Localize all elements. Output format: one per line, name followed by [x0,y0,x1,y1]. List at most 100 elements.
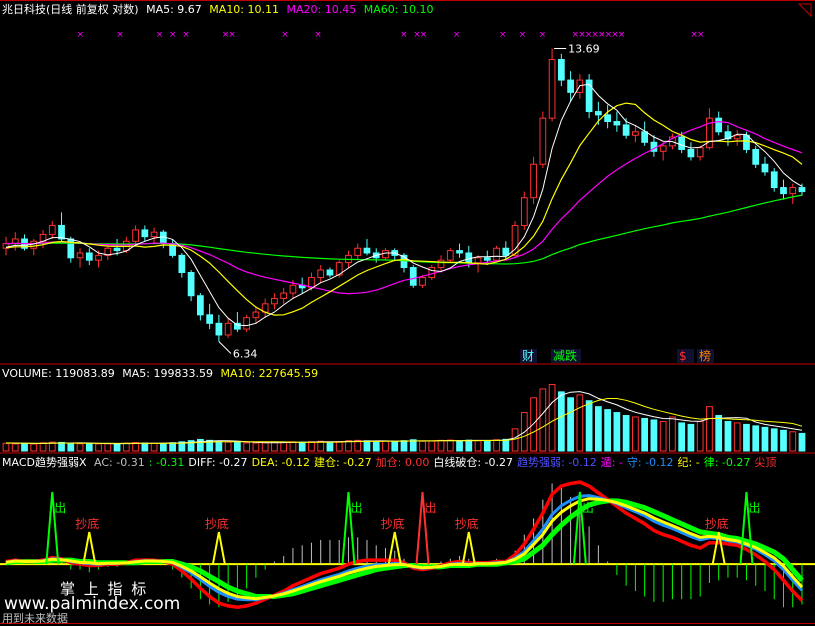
signal-x-mark: × [420,30,428,40]
signal-out: 出 [341,491,362,565]
candle [197,293,204,321]
candle-body [622,124,630,136]
signal-bottom-spike [211,531,226,565]
candle-body [678,136,686,150]
candle-body [780,187,787,195]
macd-item-12: 尖顶 [754,456,777,469]
volume-bar [743,423,750,452]
volume-bar [761,426,769,452]
candle-body [789,187,797,195]
volume-bar [2,442,10,452]
candle [789,183,797,204]
signal-x-mark: × [697,30,705,40]
signal-x-mark: × [228,30,236,40]
volume-bar [604,409,611,452]
candle [724,124,732,146]
candle-body [58,224,65,240]
volume-bar [141,442,149,452]
volume-bar [298,441,306,452]
volume-bar [271,441,278,452]
candle-body [280,292,288,299]
signal-bottom-label: 抄底 [705,516,729,531]
candle-body [659,145,667,152]
volume-bar [456,440,463,452]
candle-body [520,197,528,226]
candle-body [613,121,621,126]
candle-body [252,311,260,319]
candle-body [113,247,121,252]
candle-body [187,272,195,297]
signal-bottom-label: 抄底 [205,516,229,531]
candle-body [632,131,639,136]
volume-header: VOLUME: 119083.89 MA5: 199833.59 MA10: 2… [2,367,322,380]
volume-bar [391,441,399,452]
candle [696,145,704,161]
candle-body [409,267,417,286]
signal-bottom: 抄底 [381,516,405,565]
volume-bar [474,440,482,452]
candle [280,287,288,304]
candle [613,111,621,132]
signal-bottom: 抄底 [75,516,99,565]
volume-bar [780,429,787,452]
candle [326,267,334,278]
volume-bar [335,441,343,452]
candle-body [428,267,436,279]
volume-panel [2,383,806,452]
ma5-line [5,83,803,327]
volume-ma10-label: MA10: 227645.59 [220,367,319,380]
volume-bar [687,423,695,452]
volume-bar [641,417,649,452]
volume-bar [85,442,93,452]
candle [604,105,611,129]
signal-out-label: 出 [425,501,437,515]
candle-body [206,314,213,324]
candle [11,232,19,251]
volume-bar [724,420,732,452]
volume-bar [234,442,241,452]
volume-bar [76,443,84,452]
candle-body [483,257,491,261]
signal-bottom: 抄底 [455,516,479,565]
candle [641,121,649,146]
candle [243,314,251,333]
candle-body [289,284,297,294]
volume-bar [465,439,473,452]
candle-body [363,247,371,254]
volume-bar [752,425,760,452]
candle [557,53,565,87]
candle [539,111,547,169]
candle-body [132,229,139,242]
candle-body [95,254,102,261]
volume-bar [308,441,315,452]
candle-body [567,79,574,93]
candle [132,225,139,246]
volume-bar [650,419,658,452]
volume-bar [622,415,630,452]
candle-body [557,58,565,81]
candle [187,270,195,302]
volume-bar [39,442,47,452]
ma10-line [5,102,803,316]
candle [224,317,232,338]
stock-title[interactable]: 兆日科技(日线 前复权 对数) [2,3,139,16]
candle-body [733,134,741,140]
candle-body [456,250,463,254]
macd-item-0: AC: -0.31 [94,456,145,469]
candle-body [141,229,149,238]
candle [178,252,186,278]
volume-bar [169,442,176,452]
volume-label: VOLUME: 119083.89 [2,367,115,380]
signal-out-label: 出 [350,501,362,515]
candle [780,179,787,200]
macd-name-label[interactable]: MACD趋势强弱X [2,456,87,469]
volume-bar [446,439,454,452]
signal-x-mark: × [499,30,507,40]
candle-body [715,117,723,133]
volume-bar [104,443,112,452]
volume-bar [363,440,371,452]
candle-body [150,231,158,238]
volume-bar [243,442,251,452]
volume-bar [502,438,510,452]
volume-bar [613,412,621,452]
